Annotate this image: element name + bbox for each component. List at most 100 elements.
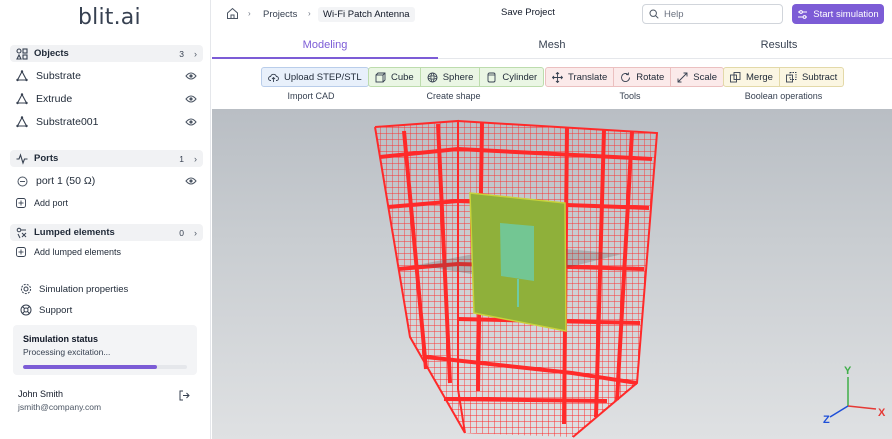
cylinder-button[interactable]: Cylinder	[480, 67, 545, 87]
cube-label: Cube	[391, 71, 414, 83]
add-lumped-button[interactable]: Add lumped elements	[10, 244, 203, 260]
gear-icon	[20, 283, 32, 295]
import-group: Upload STEP/STL	[261, 67, 369, 87]
rotate-button[interactable]: Rotate	[614, 67, 672, 87]
chevron-right-icon[interactable]: ›	[194, 228, 197, 238]
add-lumped-label: Add lumped elements	[34, 247, 122, 257]
chevron-right-icon[interactable]: ›	[194, 154, 197, 164]
z-axis-label: Z	[823, 414, 830, 426]
object-label: Substrate001	[36, 116, 99, 128]
object-mesh-icon	[16, 70, 28, 82]
object-label: Extrude	[36, 93, 73, 105]
tab-modeling[interactable]: Modeling	[212, 33, 438, 59]
logo-text: blit.ai	[78, 5, 141, 30]
port-label: port 1 (50 Ω)	[36, 175, 96, 187]
import-cad-label: Import CAD	[287, 91, 335, 101]
objects-section-header[interactable]: Objects 3 ›	[10, 45, 203, 62]
objects-count: 3	[179, 48, 184, 59]
create-shape-group: Cube Sphere Cylinder	[368, 67, 545, 87]
tab-mesh[interactable]: Mesh	[439, 33, 665, 59]
object-label: Substrate	[36, 70, 81, 82]
rotate-label: Rotate	[636, 71, 665, 83]
lumped-section-header[interactable]: Lumped elements 0 ›	[10, 224, 203, 241]
y-axis-label: Y	[844, 365, 852, 377]
add-port-label: Add port	[34, 198, 69, 208]
scale-button[interactable]: Scale	[671, 67, 725, 87]
simulation-properties-link[interactable]: Simulation properties	[20, 281, 128, 297]
objects-icon	[16, 47, 28, 60]
create-shape-label: Create shape	[426, 91, 481, 101]
subtract-button[interactable]: Subtract	[779, 67, 845, 87]
object-item-substrate001[interactable]: Substrate001	[10, 113, 203, 131]
eye-icon[interactable]	[185, 71, 197, 81]
simulation-status-title: Simulation status	[23, 334, 99, 344]
3d-viewport[interactable]: Y X Z	[212, 109, 892, 439]
breadcrumb-current[interactable]: Wi-Fi Patch Antenna	[318, 7, 415, 22]
plus-square-icon	[16, 247, 26, 257]
help-search-input[interactable]	[664, 8, 774, 20]
ports-count: 1	[179, 153, 184, 164]
ports-section-header[interactable]: Ports 1 ›	[10, 150, 203, 167]
merge-button[interactable]: Merge	[723, 67, 780, 87]
sphere-icon	[427, 72, 438, 82]
object-item-extrude[interactable]: Extrude	[10, 90, 203, 108]
breadcrumb-separator-icon: ›	[308, 9, 311, 18]
modeling-toolbar: Upload STEP/STL Import CAD Cube Sphere C…	[212, 60, 892, 108]
ports-title: Ports	[34, 153, 59, 164]
translate-button[interactable]: Translate	[545, 67, 615, 87]
app-logo[interactable]: blit.ai	[78, 5, 141, 30]
breadcrumb-projects[interactable]: Projects	[263, 9, 297, 20]
sphere-label: Sphere	[442, 71, 474, 83]
tools-label: Tools	[619, 91, 641, 101]
simulation-properties-label: Simulation properties	[39, 283, 129, 295]
axis-gizmo: Y X Z	[823, 365, 886, 426]
pulse-icon	[16, 152, 28, 165]
simulation-status-text: Processing excitation...	[23, 347, 111, 357]
plus-square-icon	[16, 198, 26, 208]
start-simulation-button[interactable]: Start simulation	[792, 4, 884, 24]
scale-label: Scale	[693, 71, 718, 83]
help-search-box[interactable]	[642, 4, 783, 24]
subtract-icon	[785, 71, 797, 82]
progress-fill	[23, 365, 158, 369]
tab-results[interactable]: Results	[666, 33, 892, 59]
sidebar: blit.ai Objects 3 › Substrate Extrude Su…	[0, 0, 211, 439]
eye-icon[interactable]	[185, 117, 197, 127]
user-name: John Smith	[18, 389, 64, 399]
boolean-group: Merge Subtract	[723, 67, 845, 87]
lumped-title: Lumped elements	[34, 227, 115, 238]
eye-icon[interactable]	[185, 94, 197, 104]
lumped-count: 0	[179, 227, 184, 238]
cylinder-icon	[487, 72, 496, 82]
cloud-upload-icon	[268, 73, 279, 82]
move-icon	[552, 71, 563, 83]
cube-button[interactable]: Cube	[368, 67, 421, 87]
upload-label: Upload STEP/STL	[284, 71, 362, 83]
object-mesh-icon	[16, 93, 28, 105]
sliders-icon	[798, 9, 808, 19]
main-tabs: Modeling Mesh Results	[212, 33, 892, 59]
scale-icon	[677, 72, 688, 82]
logout-icon[interactable]	[179, 390, 190, 401]
merge-icon	[730, 71, 741, 82]
boolean-label: Boolean operations	[744, 91, 823, 101]
lifebuoy-icon	[20, 304, 32, 316]
eye-icon[interactable]	[185, 176, 197, 186]
object-item-substrate[interactable]: Substrate	[10, 67, 203, 85]
subtract-label: Subtract	[801, 71, 838, 83]
translate-label: Translate	[568, 71, 608, 83]
x-axis-label: X	[878, 407, 886, 419]
viewport-canvas[interactable]: Y X Z	[212, 109, 892, 439]
upload-step-stl-button[interactable]: Upload STEP/STL	[261, 67, 369, 87]
home-icon[interactable]	[226, 7, 239, 20]
simulation-status-card: Simulation status Processing excitation.…	[13, 325, 197, 375]
top-bar: › Projects › Wi-Fi Patch Antenna Save Pr…	[212, 0, 892, 30]
add-port-button[interactable]: Add port	[10, 195, 203, 211]
chevron-right-icon[interactable]: ›	[194, 49, 197, 59]
save-project-button[interactable]: Save Project	[501, 7, 555, 18]
support-link[interactable]: Support	[20, 302, 72, 318]
breadcrumb-separator-icon: ›	[248, 9, 251, 18]
sphere-button[interactable]: Sphere	[420, 67, 481, 87]
tools-group: Translate Rotate Scale	[545, 67, 725, 87]
port-item[interactable]: port 1 (50 Ω)	[10, 172, 203, 190]
